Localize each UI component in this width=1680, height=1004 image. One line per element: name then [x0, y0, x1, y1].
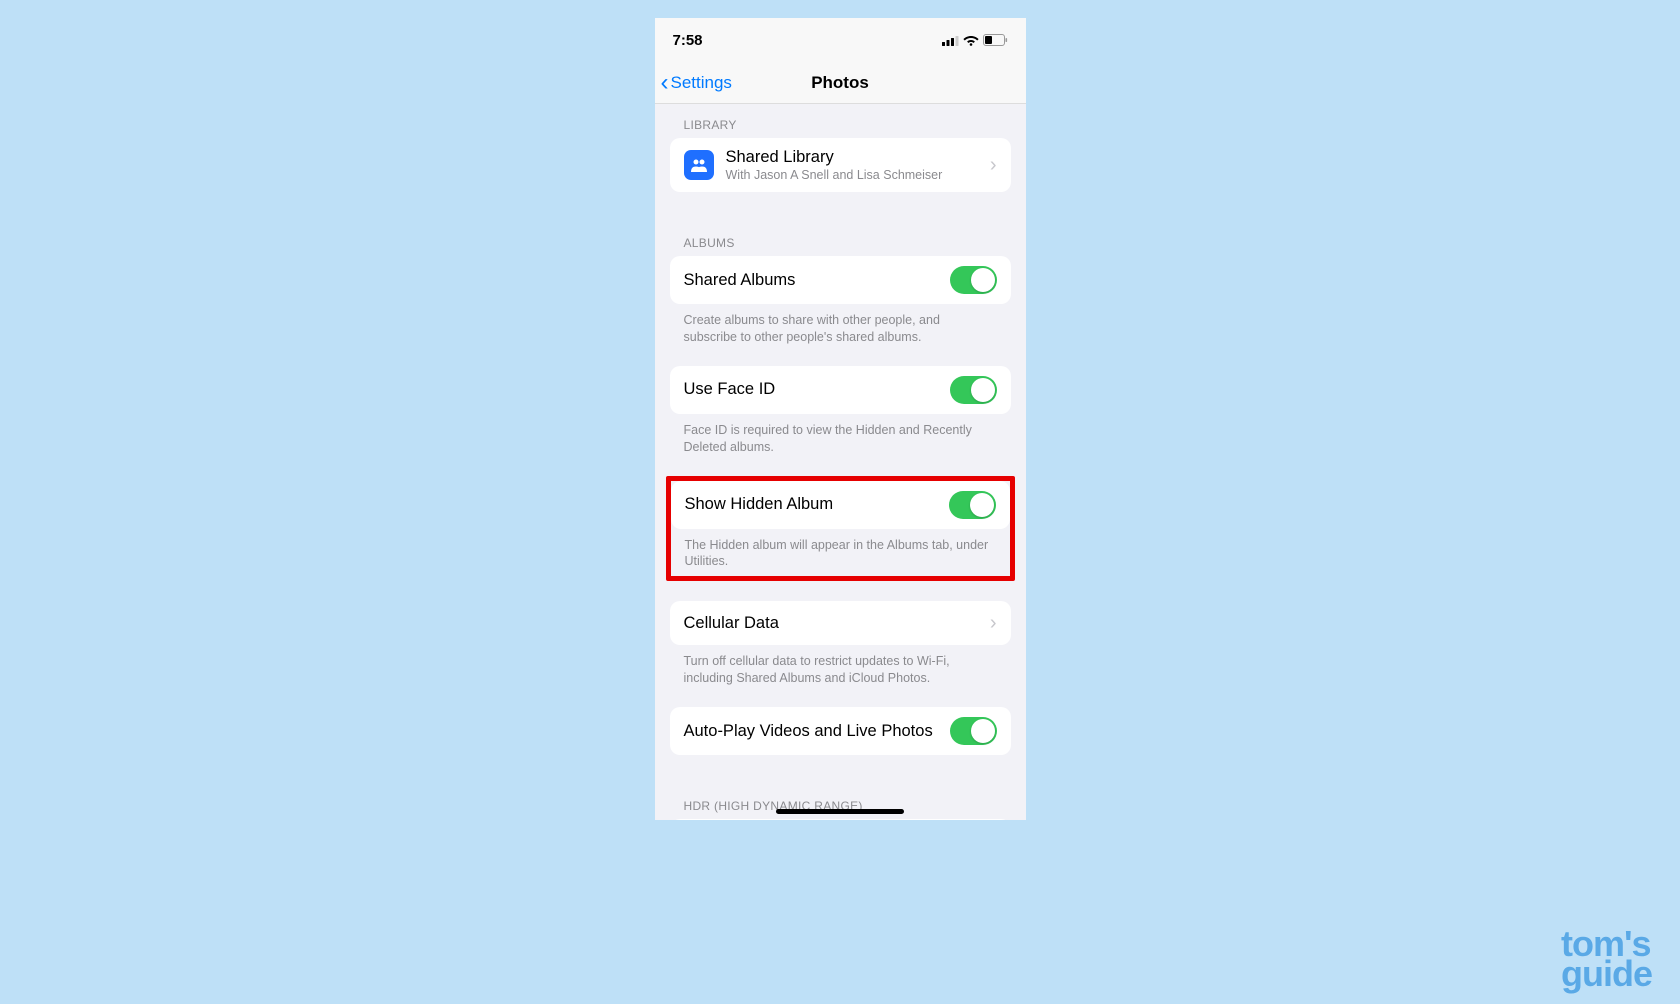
status-time: 7:58	[673, 32, 703, 49]
nav-bar: ‹ Settings Photos	[655, 62, 1026, 104]
section-header-albums: ALBUMS	[670, 222, 1011, 256]
status-bar: 7:58	[655, 18, 1026, 62]
watermark-line2: guide	[1561, 959, 1652, 990]
shared-albums-footer: Create albums to share with other people…	[670, 304, 1011, 346]
use-face-id-footer: Face ID is required to view the Hidden a…	[670, 414, 1011, 456]
chevron-right-icon: ›	[990, 154, 997, 177]
settings-content: LIBRARY Shared Library With Jason A Snel…	[655, 104, 1026, 820]
show-hidden-album-row[interactable]: Show Hidden Album	[671, 481, 1010, 529]
view-full-hdr-row[interactable]: View Full HDR	[670, 819, 1011, 820]
shared-albums-row[interactable]: Shared Albums	[670, 256, 1011, 304]
shared-albums-toggle[interactable]	[950, 266, 997, 294]
back-label: Settings	[671, 73, 732, 93]
wifi-icon	[963, 34, 979, 46]
cellular-data-footer: Turn off cellular data to restrict updat…	[670, 645, 1011, 687]
show-hidden-album-footer: The Hidden album will appear in the Albu…	[671, 529, 1010, 577]
shared-albums-title: Shared Albums	[684, 271, 796, 290]
use-face-id-row[interactable]: Use Face ID	[670, 366, 1011, 414]
use-face-id-title: Use Face ID	[684, 380, 776, 399]
back-button[interactable]: ‹ Settings	[655, 69, 732, 97]
watermark: tom's guide	[1561, 929, 1652, 990]
shared-library-icon	[684, 150, 714, 180]
cellular-data-title: Cellular Data	[684, 614, 779, 633]
status-icons	[942, 34, 1008, 46]
use-face-id-toggle[interactable]	[950, 376, 997, 404]
shared-library-row[interactable]: Shared Library With Jason A Snell and Li…	[670, 138, 1011, 192]
home-indicator	[776, 809, 904, 814]
section-header-library: LIBRARY	[670, 104, 1011, 138]
highlight-annotation: Show Hidden Album The Hidden album will …	[666, 476, 1015, 582]
phone-frame: 7:58 ‹ Settings Photos LIBRARY Shared Li…	[655, 18, 1026, 820]
shared-library-sub: With Jason A Snell and Lisa Schmeiser	[726, 168, 990, 182]
cellular-data-row[interactable]: Cellular Data ›	[670, 601, 1011, 645]
battery-icon	[983, 34, 1008, 46]
chevron-right-icon: ›	[990, 612, 997, 635]
autoplay-title: Auto-Play Videos and Live Photos	[684, 722, 933, 741]
autoplay-toggle[interactable]	[950, 717, 997, 745]
chevron-left-icon: ‹	[661, 69, 669, 97]
autoplay-row[interactable]: Auto-Play Videos and Live Photos	[670, 707, 1011, 755]
shared-library-title: Shared Library	[726, 148, 990, 167]
cellular-icon	[942, 35, 959, 46]
show-hidden-album-toggle[interactable]	[949, 491, 996, 519]
show-hidden-album-title: Show Hidden Album	[685, 495, 834, 514]
